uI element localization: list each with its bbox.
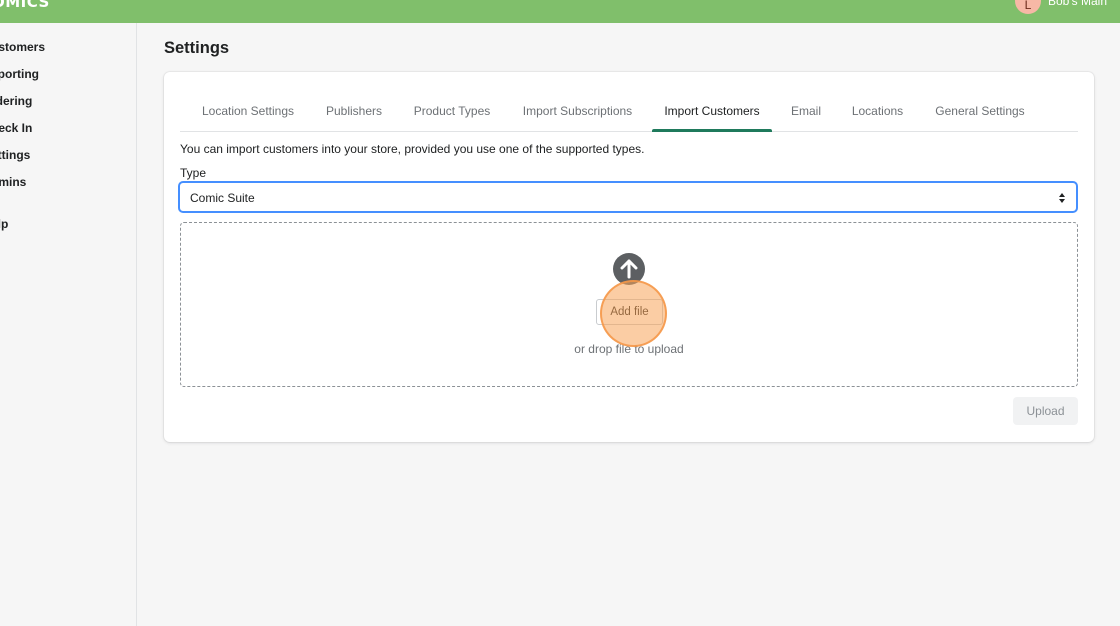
- tab-general-settings[interactable]: General Settings: [924, 97, 1036, 131]
- sidebar: ustomers eporting rdering heck In etting…: [0, 23, 137, 626]
- import-intro-text: You can import customers into your store…: [180, 142, 645, 156]
- sidebar-item-customers[interactable]: ustomers: [0, 40, 45, 54]
- sidebar-item-ordering[interactable]: rdering: [0, 94, 32, 108]
- type-label: Type: [180, 166, 207, 180]
- add-file-button[interactable]: Add file: [596, 299, 663, 325]
- settings-tabs: Location Settings Publishers Product Typ…: [180, 97, 1078, 132]
- type-select[interactable]: Comic Suite: [179, 182, 1077, 212]
- tab-import-subscriptions[interactable]: Import Subscriptions: [510, 97, 645, 131]
- tab-locations[interactable]: Locations: [840, 97, 915, 131]
- user-avatar[interactable]: L: [1015, 0, 1041, 14]
- drop-hint: or drop file to upload: [574, 342, 684, 356]
- sidebar-item-admins[interactable]: dmins: [0, 175, 26, 189]
- app-logo[interactable]: OMICS: [0, 0, 50, 11]
- upload-arrow-icon: [613, 253, 645, 285]
- tab-publishers[interactable]: Publishers: [315, 97, 393, 131]
- sidebar-item-settings[interactable]: ettings: [0, 148, 30, 162]
- upload-button[interactable]: Upload: [1013, 397, 1078, 425]
- store-name[interactable]: Bob's Main: [1048, 0, 1107, 8]
- settings-card: Location Settings Publishers Product Typ…: [164, 72, 1094, 442]
- file-dropzone[interactable]: or drop file to upload Add file: [180, 222, 1078, 387]
- tab-product-types[interactable]: Product Types: [402, 97, 502, 131]
- top-bar: OMICS L Bob's Main: [0, 0, 1120, 23]
- tab-location-settings[interactable]: Location Settings: [188, 97, 308, 131]
- sidebar-item-check-in[interactable]: heck In: [0, 121, 32, 135]
- page-title: Settings: [164, 39, 230, 57]
- sidebar-item-reporting[interactable]: eporting: [0, 67, 39, 81]
- tab-import-customers[interactable]: Import Customers: [652, 97, 772, 132]
- type-select-value: Comic Suite: [190, 191, 255, 205]
- select-arrows-icon: [1059, 193, 1065, 203]
- sidebar-item-help[interactable]: elp: [0, 217, 8, 231]
- tab-email[interactable]: Email: [786, 97, 826, 131]
